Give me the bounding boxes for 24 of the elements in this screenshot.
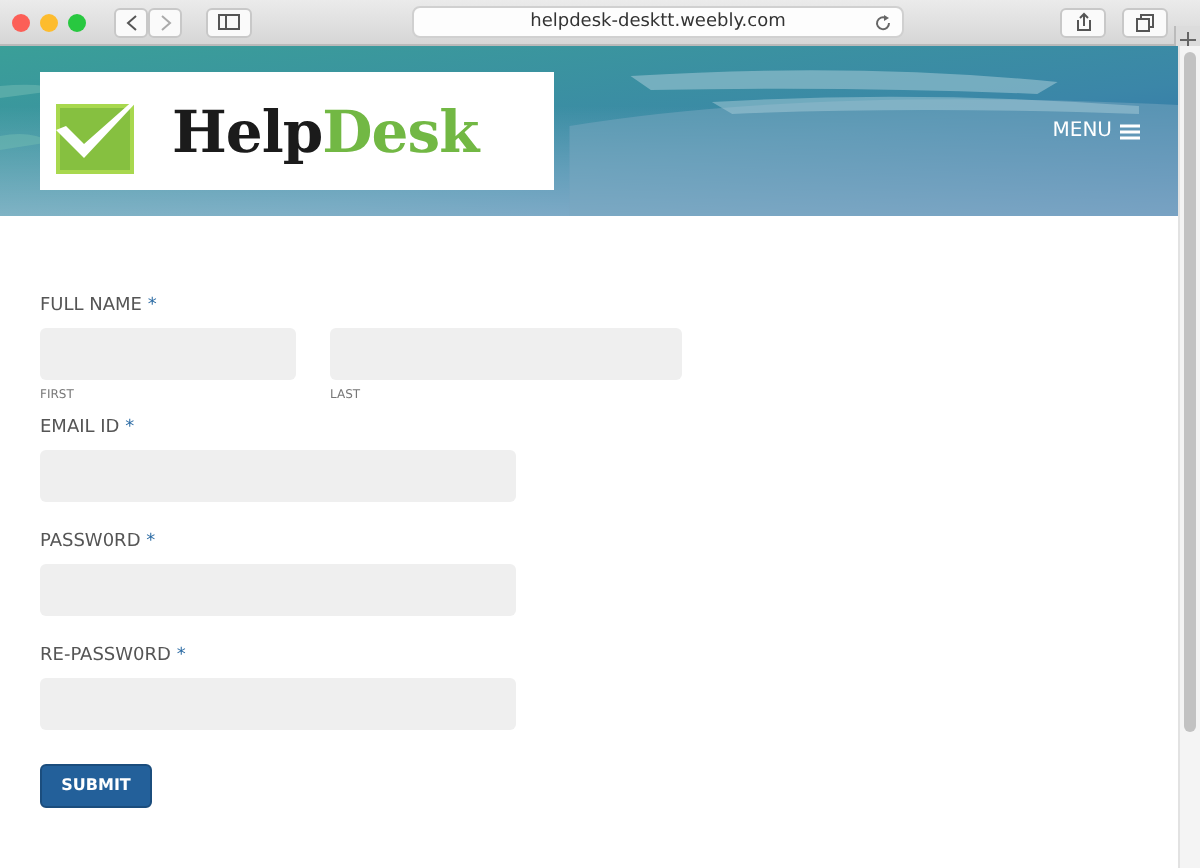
field-label: PASSW0RD * xyxy=(40,532,158,552)
scrollbar[interactable] xyxy=(1178,46,1200,868)
sidebar-icon xyxy=(218,14,240,30)
minimize-icon[interactable] xyxy=(40,13,58,31)
submit-button[interactable]: SUBMIT xyxy=(40,763,152,807)
reload-icon[interactable] xyxy=(874,14,892,32)
scrollbar-thumb[interactable] xyxy=(1184,52,1196,732)
maximize-icon[interactable] xyxy=(68,13,86,31)
logo-text: HelpDesk xyxy=(172,97,479,165)
back-icon xyxy=(125,13,137,31)
field-label: FULL NAME * xyxy=(40,296,159,316)
field-label: RE-PASSW0RD * xyxy=(40,646,188,666)
tabs-icon xyxy=(1136,13,1154,31)
tabs-button[interactable] xyxy=(1122,7,1168,37)
menu-icon[interactable] xyxy=(1120,123,1140,139)
share-icon xyxy=(1075,12,1091,32)
back-button[interactable] xyxy=(114,7,148,37)
sidebar-button[interactable] xyxy=(206,7,252,37)
field-label: EMAIL ID * xyxy=(40,418,137,438)
close-icon[interactable] xyxy=(12,13,30,31)
forward-icon xyxy=(159,13,171,31)
share-button[interactable] xyxy=(1060,7,1106,37)
logo[interactable]: HelpDesk xyxy=(40,72,554,190)
address-bar[interactable]: helpdesk-desktt.weebly.com xyxy=(412,6,904,38)
